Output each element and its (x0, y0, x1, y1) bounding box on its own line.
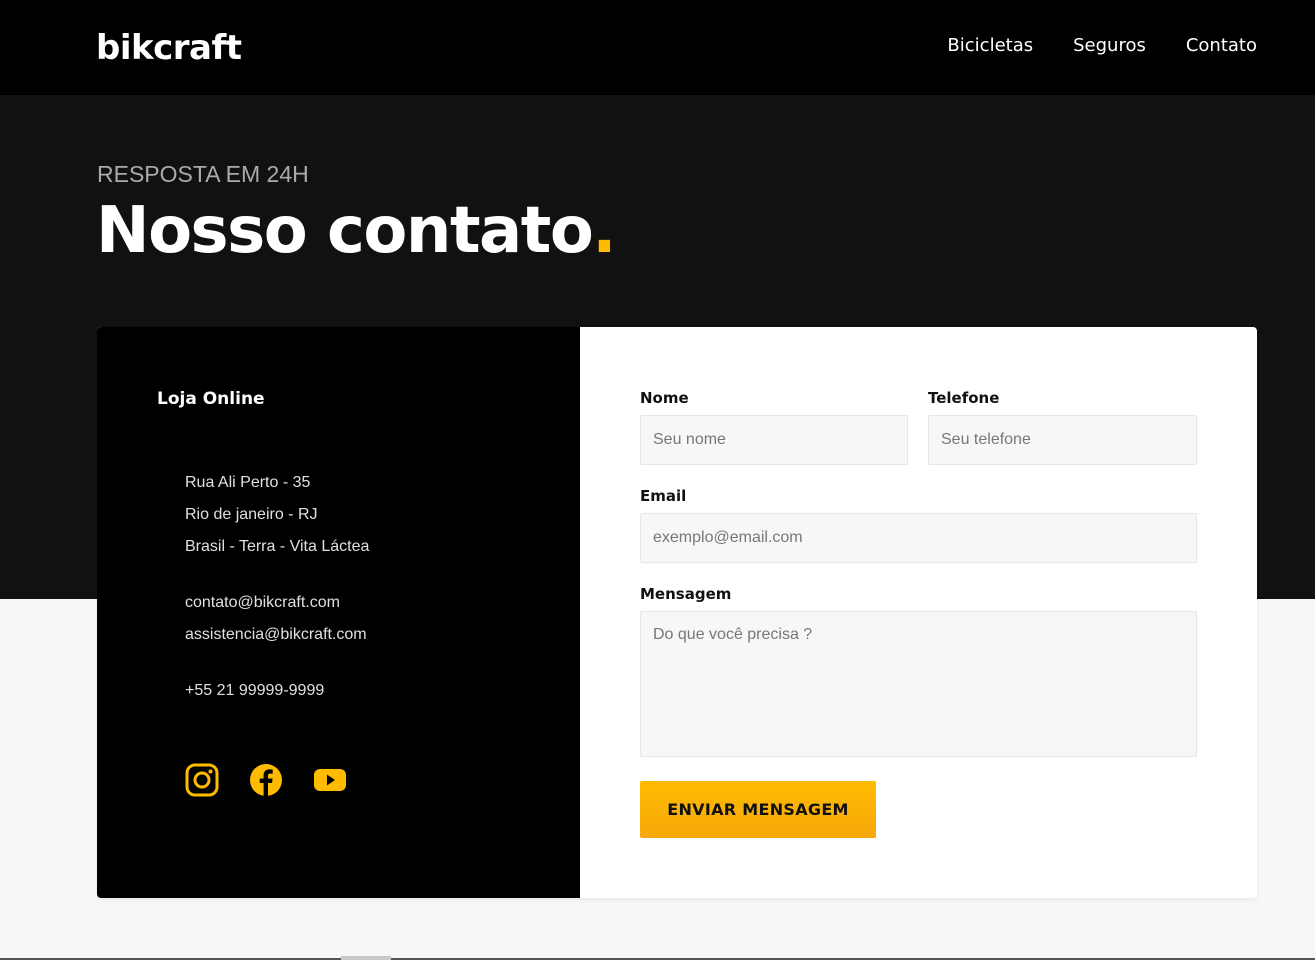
title-accent-dot: . (592, 194, 616, 268)
logo[interactable]: bikcraft (96, 26, 242, 70)
instagram-icon (185, 763, 219, 797)
message-label: Mensagem (640, 585, 732, 603)
email-input[interactable] (640, 513, 1197, 563)
youtube-icon (314, 769, 346, 791)
phone-link[interactable]: +55 21 99999-9999 (185, 681, 324, 701)
address-line: Brasil - Terra - Vita Láctea (185, 538, 370, 555)
instagram-link[interactable] (185, 763, 219, 797)
info-title: Loja Online (157, 389, 265, 409)
email-label: Email (640, 487, 687, 505)
facebook-icon (250, 764, 282, 796)
main-nav: Bicicletas Seguros Contato (947, 34, 1257, 58)
contact-card: Loja Online Rua Ali Perto - 35 Rio de ja… (97, 327, 1257, 898)
nav-item-bicicletas[interactable]: Bicicletas (947, 34, 1033, 58)
scrollbar-thumb[interactable] (341, 956, 391, 960)
social-links (185, 763, 347, 797)
page-subtitle: RESPOSTA EM 24H (97, 161, 309, 187)
address-line: Rio de janeiro - RJ (185, 506, 318, 523)
phone-label: Telefone (928, 389, 1000, 407)
phone-input[interactable] (928, 415, 1197, 465)
page-title-text: Nosso contato (96, 194, 594, 268)
nav-item-seguros[interactable]: Seguros (1073, 34, 1146, 58)
youtube-link[interactable] (313, 763, 347, 797)
message-textarea[interactable] (640, 611, 1197, 757)
facebook-link[interactable] (249, 763, 283, 797)
submit-button[interactable]: ENVIAR MENSAGEM (640, 781, 876, 838)
email-link[interactable]: contato@bikcraft.com (185, 593, 340, 613)
name-label: Nome (640, 389, 689, 407)
page-title: Nosso contato. (96, 193, 617, 269)
email-link[interactable]: assistencia@bikcraft.com (185, 625, 367, 645)
name-input[interactable] (640, 415, 908, 465)
site-header: bikcraft Bicicletas Seguros Contato (0, 0, 1315, 95)
nav-item-contato[interactable]: Contato (1186, 34, 1257, 58)
contact-info-panel: Loja Online Rua Ali Perto - 35 Rio de ja… (97, 327, 580, 898)
address-line: Rua Ali Perto - 35 (185, 474, 311, 491)
